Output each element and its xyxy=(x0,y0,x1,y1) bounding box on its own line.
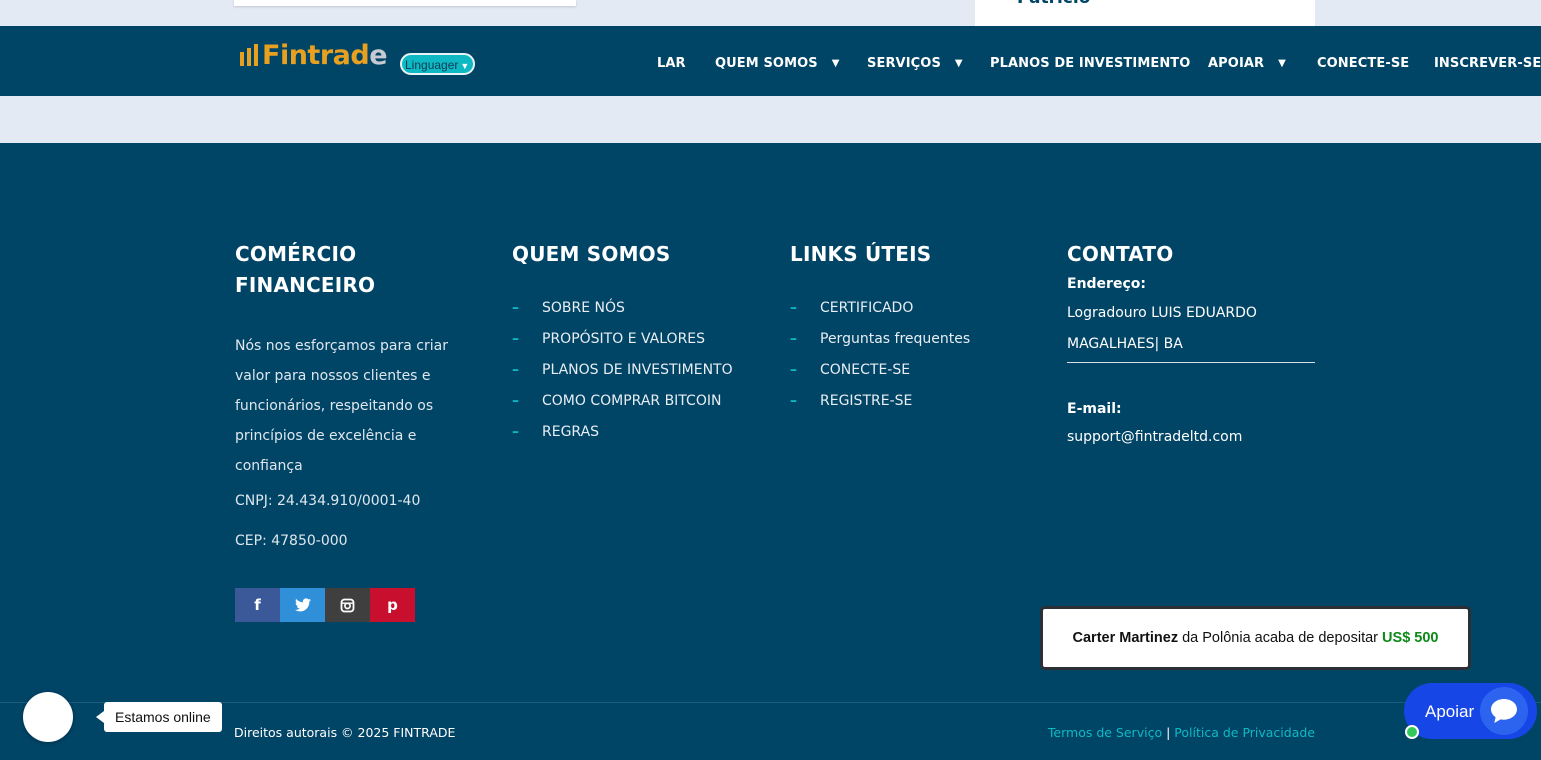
email-link[interactable]: support@fintradeltd.com xyxy=(1067,427,1315,447)
address-line-2: MAGALHAES| BA xyxy=(1067,336,1183,352)
card-title: Patrício xyxy=(1017,0,1090,8)
footer-link-sobre-nos[interactable]: – SOBRE NÓS xyxy=(512,298,733,329)
legal-separator: | xyxy=(1166,725,1171,740)
previous-section-card xyxy=(234,0,576,6)
footer-who-we-are: QUEM SOMOS – SOBRE NÓS – PROPÓSITO E VALOR… xyxy=(512,239,733,453)
nav-item-apoiar[interactable]: APOIAR ▼ xyxy=(1208,56,1286,71)
online-status-tooltip: Estamos online xyxy=(96,702,222,732)
section-spacer xyxy=(0,96,1541,143)
privacy-link[interactable]: Política de Privacidade xyxy=(1174,725,1315,740)
twitter-icon[interactable] xyxy=(280,588,325,622)
footer-link-conecte-se[interactable]: – CONECTE-SE xyxy=(790,360,970,391)
dash-icon: – xyxy=(512,300,519,316)
footer-divider xyxy=(0,702,1541,703)
support-chat-label: Apoiar xyxy=(1425,702,1475,721)
footer-link-proposito[interactable]: – PROPÓSITO E VALORES xyxy=(512,329,733,360)
footer-contact-title: CONTATO xyxy=(1067,242,1174,266)
facebook-icon[interactable]: f xyxy=(235,588,280,622)
top-strip: Patrício xyxy=(0,0,1541,26)
nav-item-planos[interactable]: PLANOS DE INVESTIMENTO xyxy=(990,56,1190,71)
dash-icon: – xyxy=(790,300,797,316)
footer-useful-links-title: LINKS ÚTEIS xyxy=(790,242,932,266)
email-label: E-mail: xyxy=(1067,401,1122,417)
dash-icon: – xyxy=(512,424,519,440)
address-label: Endereço: xyxy=(1067,276,1146,292)
previous-section-card-right: Patrício xyxy=(975,0,1315,26)
dash-icon: – xyxy=(790,331,797,347)
address-value: Logradouro LUIS EDUARDO MAGALHAES| BA xyxy=(1067,298,1315,363)
cep-text: CEP: 47850-000 xyxy=(235,533,348,549)
dash-icon: – xyxy=(512,362,519,378)
dash-icon: – xyxy=(512,393,519,409)
navbar: Fintrade Linguager ▼ LAR QUEM SOMOS ▼ SERV… xyxy=(0,26,1541,96)
footer-link-bitcoin[interactable]: – COMO COMPRAR BITCOIN xyxy=(512,391,733,422)
chevron-down-icon: ▼ xyxy=(1278,58,1286,69)
footer-link-registre-se[interactable]: – REGISTRE-SE xyxy=(790,391,970,422)
terms-link[interactable]: Termos de Serviço xyxy=(1048,725,1162,740)
nav-item-lar[interactable]: LAR xyxy=(657,56,686,71)
chat-bubble-icon xyxy=(1480,687,1528,735)
nav-item-inscrever-se[interactable]: INSCREVER-SE xyxy=(1434,56,1541,71)
support-chat-button[interactable]: Apoiar xyxy=(1404,683,1537,739)
footer-who-we-are-title: QUEM SOMOS xyxy=(512,242,671,266)
footer-contact: CONTATO Endereço: Logradouro LUIS EDUARD… xyxy=(1067,239,1315,447)
chevron-down-icon: ▼ xyxy=(954,58,963,69)
who-we-are-links: – SOBRE NÓS – PROPÓSITO E VALORES – PLANOS … xyxy=(512,298,733,453)
instagram-icon[interactable] xyxy=(325,588,370,622)
pinterest-icon[interactable]: p xyxy=(370,588,415,622)
chat-avatar[interactable] xyxy=(23,692,73,742)
deposit-amount: US$ 500 xyxy=(1382,630,1439,646)
dash-icon: – xyxy=(790,393,797,409)
footer-about: COMÉRCIO FINANCEIRO Nós nos esforçamos p… xyxy=(235,239,465,551)
footer-about-title: COMÉRCIO FINANCEIRO xyxy=(235,242,376,297)
nav-item-conecte-se[interactable]: CONECTE-SE xyxy=(1317,56,1409,71)
footer-useful-links: LINKS ÚTEIS – CERTIFICADO – Perguntas freq… xyxy=(790,239,970,422)
main-menu: LAR QUEM SOMOS ▼ SERVIÇOS ▼ PLANOS DE INVE… xyxy=(0,56,1541,74)
depositor-name: Carter Martinez xyxy=(1072,630,1179,646)
legal-links: Termos de Serviço | Política de Privacid… xyxy=(1048,725,1315,740)
nav-item-servicos[interactable]: SERVIÇOS ▼ xyxy=(867,56,963,71)
deposit-notification: Carter Martinez da Polônia acaba de depo… xyxy=(1040,606,1471,670)
footer-about-text: Nós nos esforçamos para criar valor para… xyxy=(235,338,448,474)
useful-links-list: – CERTIFICADO – Perguntas frequentes – CONE… xyxy=(790,298,970,422)
footer-link-regras[interactable]: – REGRAS xyxy=(512,422,733,453)
footer-link-planos[interactable]: – PLANOS DE INVESTIMENTO xyxy=(512,360,733,391)
nav-item-quem-somos[interactable]: QUEM SOMOS ▼ xyxy=(715,56,840,71)
footer-link-faq[interactable]: – Perguntas frequentes xyxy=(790,329,970,360)
dash-icon: – xyxy=(790,362,797,378)
chevron-down-icon: ▼ xyxy=(831,58,840,69)
online-status-dot xyxy=(1405,725,1419,739)
cnpj-text: CNPJ: 24.434.910/0001-40 xyxy=(235,493,421,509)
address-line-1: Logradouro LUIS EDUARDO xyxy=(1067,305,1257,321)
copyright-text: Direitos autorais © 2025 FINTRADE xyxy=(234,725,456,740)
social-links: f p xyxy=(235,588,415,622)
notification-text: da Polônia acaba de depositar xyxy=(1178,630,1383,646)
footer-link-certificado[interactable]: – CERTIFICADO xyxy=(790,298,970,329)
dash-icon: – xyxy=(512,331,519,347)
